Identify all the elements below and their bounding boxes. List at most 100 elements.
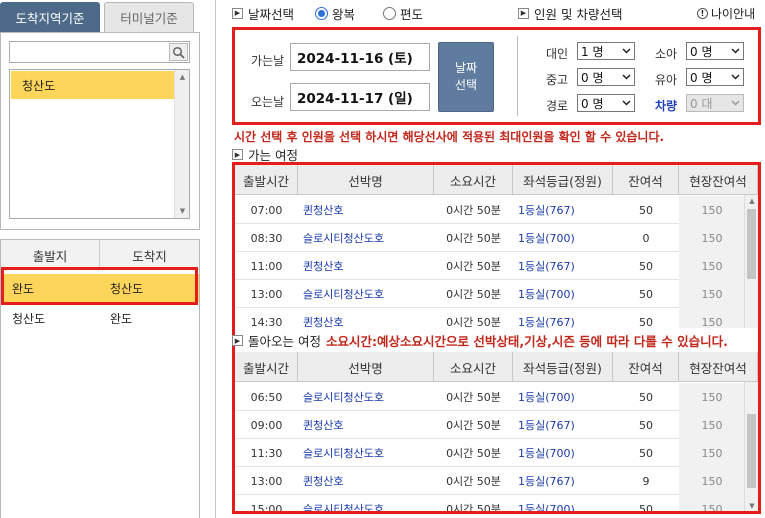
elder-select[interactable]: 0 명 [577, 94, 635, 112]
destination-item-cheongsando[interactable]: 청산도 [11, 71, 174, 99]
depart-date-label: 가는날 [251, 54, 285, 68]
cell-ship[interactable]: 퀸청산호 [298, 467, 434, 495]
header-departure: 출발지 [1, 240, 100, 270]
box-divider [517, 36, 518, 116]
chevron-down-icon [731, 74, 740, 80]
column-header: 출발시간 [235, 165, 298, 195]
adult-select[interactable]: 1 명 [577, 42, 635, 60]
cell-time: 08:30 [250, 231, 283, 245]
options-bar: ▶ 날짜선택 왕복 편도 ▶ 인원 및 차량선택 ! 나이안내 [232, 4, 762, 22]
child-label: 소아 [655, 47, 678, 61]
senior-select[interactable]: 0 명 [577, 68, 635, 86]
duration-notice: 소요시간:예상소요시간으로 선박상태,기상,시즌 등에 따라 다를 수 있습니다… [325, 334, 728, 349]
schedule-row[interactable]: 11:00 퀸청산호 0시간 50분 1등실(767) 50 150 [235, 252, 745, 280]
cell-grade[interactable]: 1등실(767) [513, 467, 613, 495]
destination-search-input[interactable] [10, 42, 168, 62]
inbound-heading: ▶ 돌아오는 여정 소요시간:예상소요시간으로 선박상태,기상,시즌 등에 따라… [232, 331, 728, 350]
date-select-button[interactable]: 날짜 선택 [438, 42, 494, 112]
radio-one-way[interactable]: 편도 [383, 4, 423, 23]
outbound-scrollbar[interactable]: ▲ [744, 195, 758, 328]
cell-duration: 0시간 50분 [446, 204, 501, 217]
cell-duration: 0시간 50분 [446, 419, 501, 432]
cell-remaining: 50 [639, 446, 653, 460]
search-mode-tabs: 도착지역기준 터미널기준 [0, 0, 201, 32]
cell-ship[interactable]: 퀸청산호 [298, 196, 434, 224]
scroll-up-icon[interactable]: ▲ [175, 70, 190, 84]
cell-remaining: 50 [639, 203, 653, 217]
cell-grade[interactable]: 1등실(700) [513, 280, 613, 308]
schedule-row[interactable]: 08:30 슬로시티청산도호 0시간 50분 1등실(700) 0 150 [235, 224, 745, 252]
column-header: 잔여석 [613, 165, 679, 195]
schedule-row[interactable]: 13:00 슬로시티청산도호 0시간 50분 1등실(700) 50 150 [235, 280, 745, 308]
age-info-link[interactable]: ! 나이안내 [697, 5, 755, 22]
scroll-thumb[interactable] [747, 414, 756, 488]
cell-ship[interactable]: 슬로시티청산도호 [298, 495, 434, 511]
cell-ship[interactable]: 슬로시티청산도호 [298, 224, 434, 252]
cell-ship[interactable]: 퀸청산호 [298, 252, 434, 280]
cell-remaining: 9 [642, 474, 650, 488]
column-header: 출발시간 [235, 352, 298, 382]
column-header: 선박명 [298, 352, 434, 382]
cell-duration: 0시간 50분 [446, 475, 501, 488]
panel-divider [215, 0, 216, 518]
schedule-row[interactable]: 13:00 퀸청산호 0시간 50분 1등실(767) 9 150 [235, 467, 745, 495]
cell-grade[interactable]: 1등실(700) [513, 383, 613, 411]
depart-date-field[interactable]: 2024-11-16 (토) [290, 43, 430, 71]
cell-grade[interactable]: 1등실(700) [513, 224, 613, 252]
info-icon: ! [697, 7, 708, 19]
scroll-down-icon[interactable]: ▼ [175, 204, 190, 218]
cell-ship[interactable]: 슬로시티청산도호 [298, 439, 434, 467]
column-header: 소요시간 [434, 165, 513, 195]
route-to: 완도 [110, 311, 133, 326]
cell-remaining: 0 [642, 231, 650, 245]
radio-round-trip[interactable]: 왕복 [315, 4, 355, 23]
route-row-cheongsando-wando[interactable]: 청산도 완도 [1, 304, 199, 332]
cell-grade[interactable]: 1등실(767) [513, 196, 613, 224]
schedule-row[interactable]: 09:00 퀸청산호 0시간 50분 1등실(767) 50 150 [235, 411, 745, 439]
tab-terminal[interactable]: 터미널기준 [104, 2, 194, 32]
cell-time: 13:00 [250, 474, 283, 488]
chevron-down-icon [731, 100, 740, 106]
cell-onsite: 150 [679, 411, 745, 439]
cell-grade[interactable]: 1등실(767) [513, 252, 613, 280]
cell-grade[interactable]: 1등실(700) [513, 439, 613, 467]
search-icon [172, 46, 185, 59]
cell-time: 15:00 [250, 502, 283, 514]
destination-list-scrollbar[interactable]: ▲ ▼ [174, 70, 189, 218]
cell-ship[interactable]: 슬로시티청산도호 [298, 383, 434, 411]
cell-onsite: 150 [679, 467, 745, 495]
inbound-scrollbar[interactable]: ▼ [744, 382, 758, 511]
chevron-down-icon [622, 74, 631, 80]
senior-label: 중고 [546, 73, 569, 87]
cell-onsite: 150 [679, 280, 745, 308]
cell-ship[interactable]: 퀸청산호 [298, 411, 434, 439]
search-button[interactable] [169, 43, 188, 61]
schedule-row[interactable]: 15:00 슬로시티청산도호 0시간 50분 1등실(700) 50 150 [235, 495, 745, 514]
cell-ship[interactable]: 슬로시티청산도호 [298, 280, 434, 308]
cell-time: 09:00 [250, 418, 283, 432]
scroll-thumb[interactable] [747, 209, 756, 279]
cell-duration: 0시간 50분 [446, 391, 501, 404]
arrow-right-icon: ▶ [232, 149, 243, 160]
scroll-down-icon[interactable]: ▼ [745, 500, 758, 511]
chevron-down-icon [731, 48, 740, 54]
chevron-down-icon [622, 48, 631, 54]
cell-remaining: 50 [639, 502, 653, 514]
infant-select[interactable]: 0 명 [686, 68, 744, 86]
column-header: 현장잔여석 [679, 165, 758, 195]
arrow-right-icon: ▶ [518, 7, 529, 19]
child-select[interactable]: 0 명 [686, 42, 744, 60]
cell-grade[interactable]: 1등실(700) [513, 495, 613, 511]
schedule-row[interactable]: 06:50 슬로시티청산도호 0시간 50분 1등실(700) 50 150 [235, 383, 745, 411]
cell-grade[interactable]: 1등실(767) [513, 411, 613, 439]
column-header: 좌석등급(정원) [513, 352, 613, 382]
tab-destination-region[interactable]: 도착지역기준 [0, 2, 100, 32]
return-date-field[interactable]: 2024-11-17 (일) [290, 83, 430, 111]
cell-remaining: 50 [639, 418, 653, 432]
cell-onsite: 150 [679, 495, 745, 511]
scroll-up-icon[interactable]: ▲ [745, 195, 758, 207]
schedule-row[interactable]: 07:00 퀸청산호 0시간 50분 1등실(767) 50 150 [235, 196, 745, 224]
cell-time: 11:30 [250, 446, 283, 460]
vehicle-select: 0 대 [686, 94, 744, 112]
schedule-row[interactable]: 11:30 슬로시티청산도호 0시간 50분 1등실(700) 50 150 [235, 439, 745, 467]
